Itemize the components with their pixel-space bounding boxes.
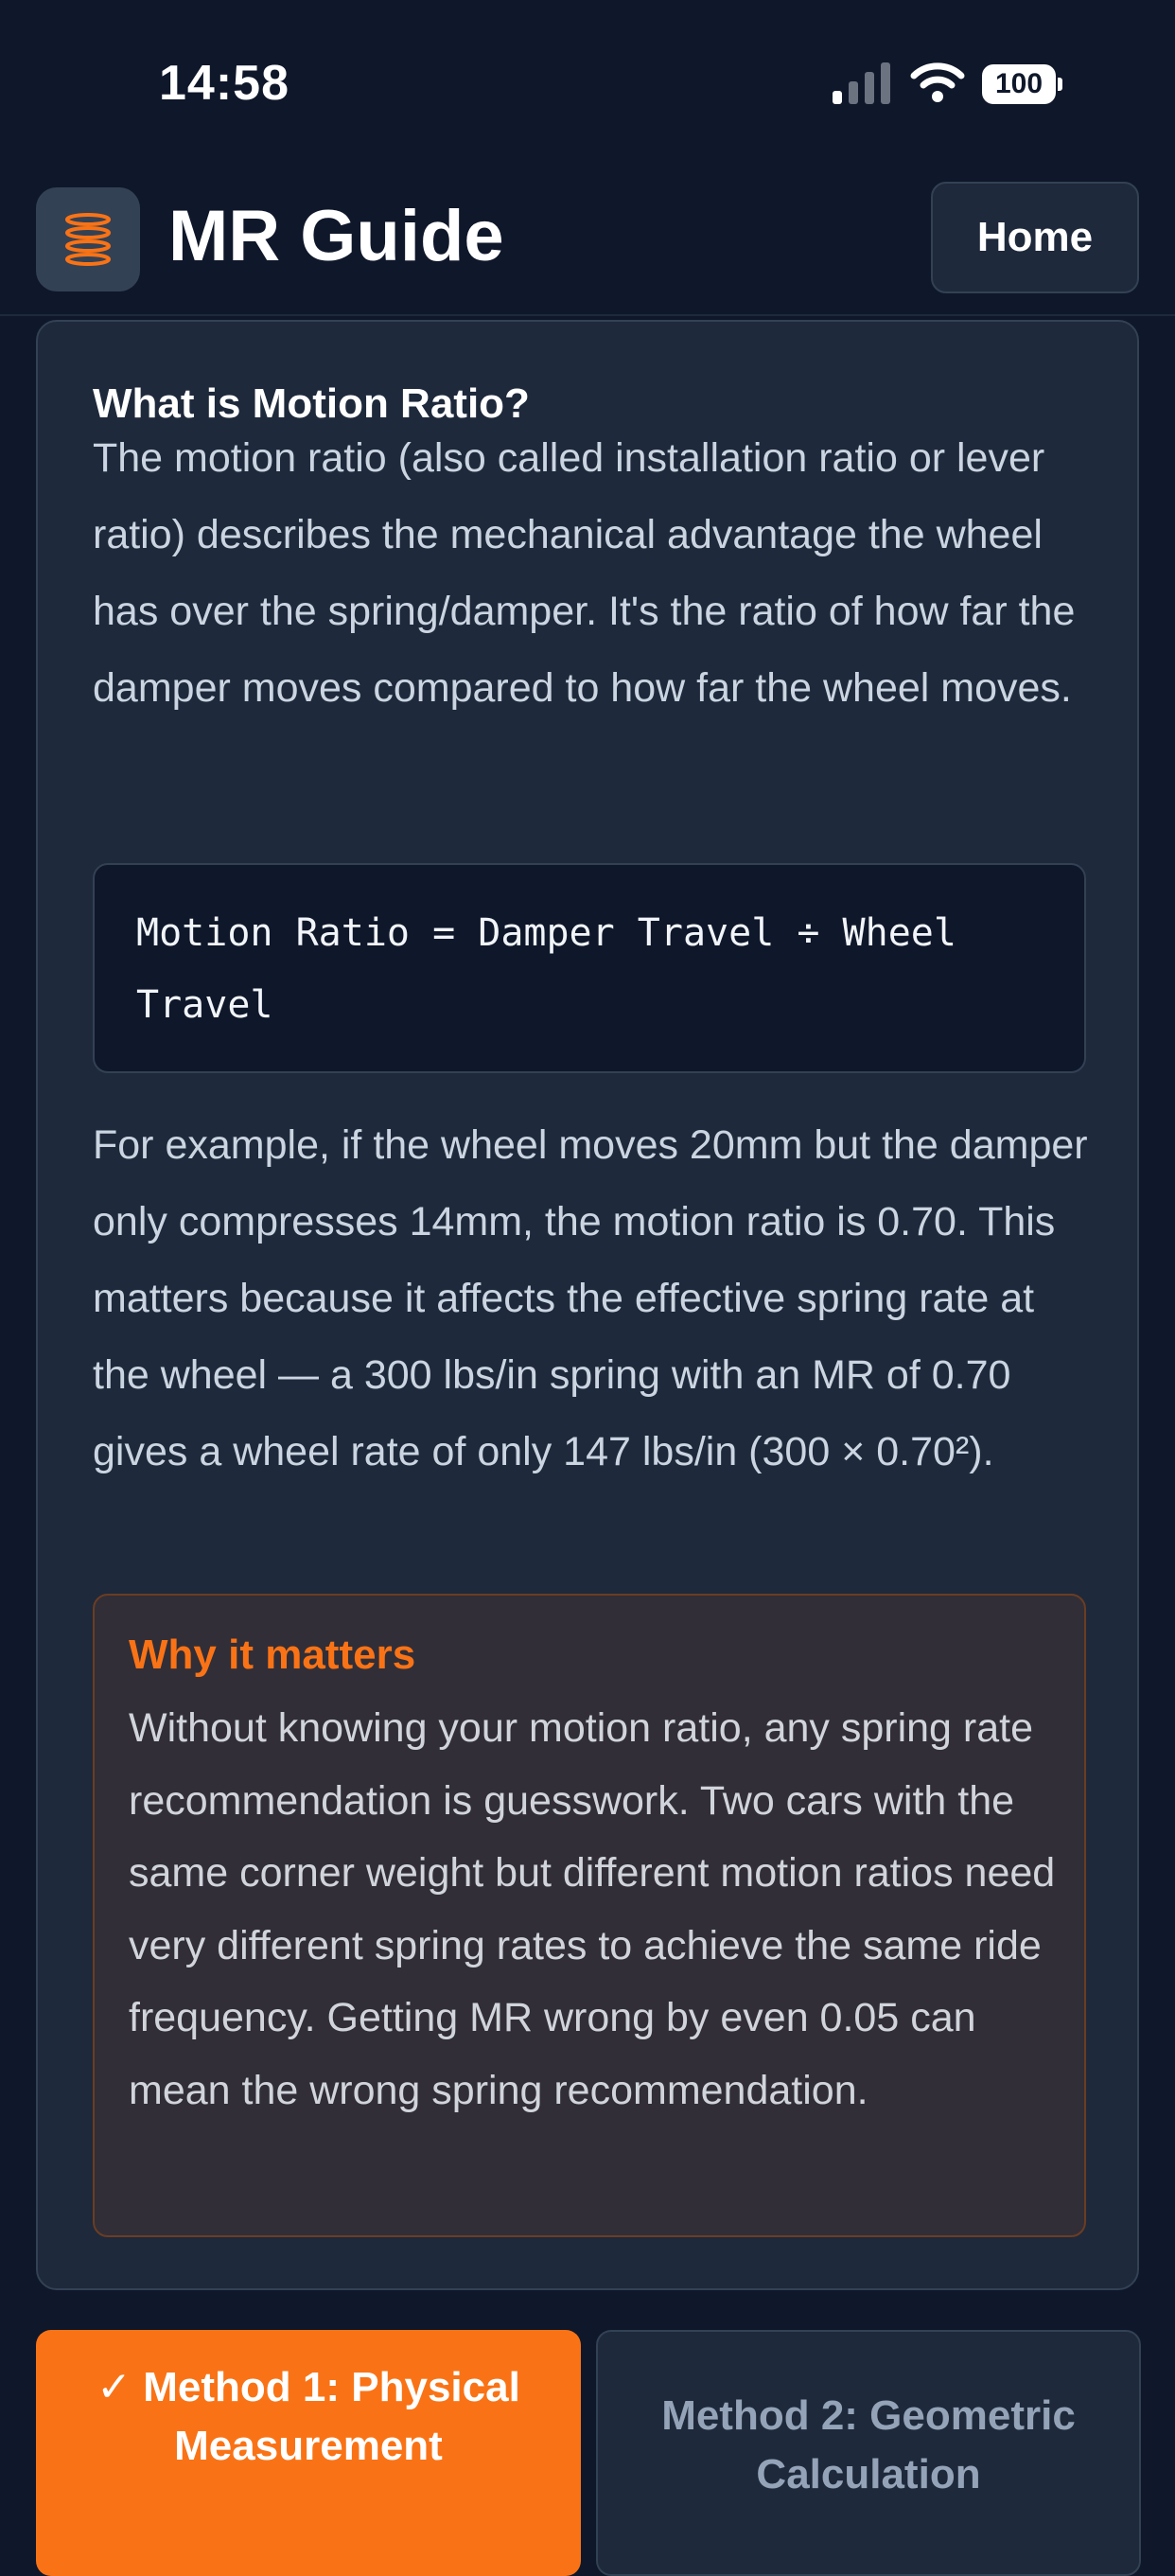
- app-header: MR Guide Home: [0, 170, 1175, 316]
- cellular-signal-icon: [833, 62, 890, 104]
- motion-ratio-info-card: What is Motion Ratio? The motion ratio (…: [36, 320, 1139, 2290]
- status-time: 14:58: [159, 56, 289, 111]
- battery-level: 100: [982, 64, 1056, 104]
- intro-paragraph: The motion ratio (also called installati…: [93, 435, 1076, 711]
- status-bar: 14:58 100: [0, 0, 1175, 170]
- tab-method-1[interactable]: ✓ Method 1: Physical Measurement: [36, 2330, 581, 2576]
- formula-text: Motion Ratio = Damper Travel ÷ Wheel Tra…: [136, 911, 956, 1027]
- callout-title: Why it matters: [129, 1632, 416, 1678]
- why-it-matters-callout: Why it matters Without knowing your moti…: [93, 1594, 1086, 2237]
- wifi-icon: [910, 62, 965, 102]
- tab-method-2[interactable]: Method 2: Geometric Calculation: [596, 2330, 1141, 2576]
- spring-coil-icon: [65, 213, 111, 266]
- app-logo: [36, 187, 140, 291]
- formula-box: Motion Ratio = Damper Travel ÷ Wheel Tra…: [93, 863, 1086, 1073]
- home-button[interactable]: Home: [931, 182, 1139, 293]
- callout-text: Without knowing your motion ratio, any s…: [129, 1705, 1056, 2113]
- app-title: MR Guide: [168, 196, 504, 276]
- example-paragraph: For example, if the wheel moves 20mm but…: [93, 1122, 1088, 1474]
- battery-icon: 100: [982, 64, 1062, 106]
